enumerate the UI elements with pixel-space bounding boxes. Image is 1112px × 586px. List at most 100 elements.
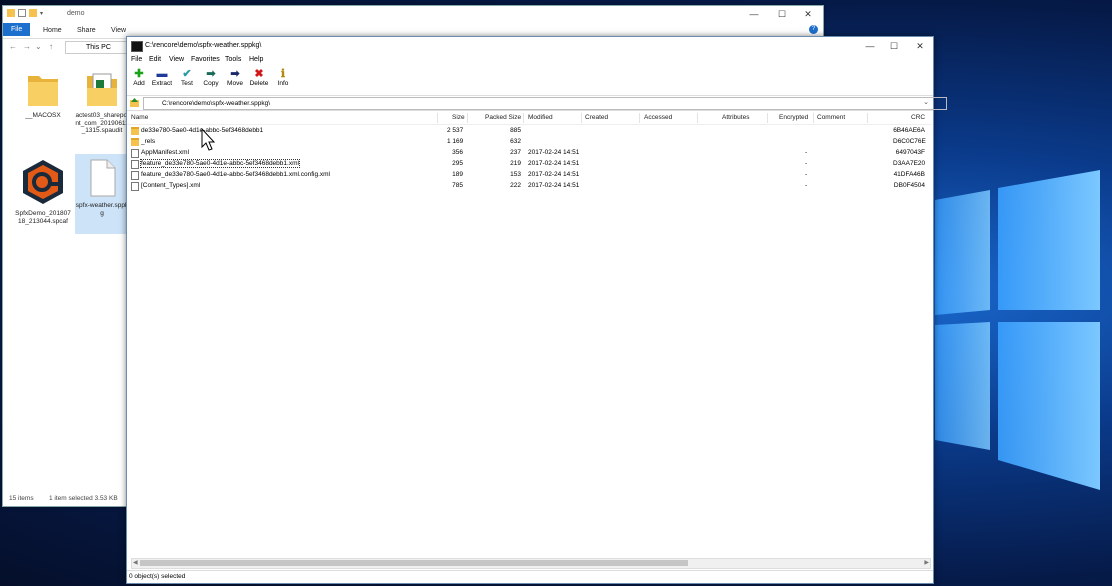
- scroll-right-icon[interactable]: ▶: [924, 559, 929, 566]
- column-attributes[interactable]: Attributes: [722, 114, 749, 121]
- column-divider[interactable]: [581, 113, 582, 123]
- menu-favorites[interactable]: Favorites: [191, 56, 220, 63]
- row-crc: 41DFA46B: [893, 171, 925, 178]
- 7zip-window: C:\rencore\demo\spfx-weather.sppkg\ — ☐ …: [126, 36, 947, 584]
- column-accessed[interactable]: Accessed: [644, 114, 672, 121]
- table-row[interactable]: AppManifest.xml 356 237 2017-02-24 14:51…: [127, 148, 931, 158]
- up-icon[interactable]: ↑: [49, 42, 53, 51]
- file-item[interactable]: __MACOSX: [15, 68, 71, 120]
- table-row[interactable]: _rels 1 169 632 D6C0C76E: [127, 137, 931, 147]
- column-size[interactable]: Size: [452, 114, 465, 121]
- column-modified[interactable]: Modified: [528, 114, 553, 121]
- scroll-left-icon[interactable]: ◀: [133, 559, 138, 566]
- path-bar: C:\rencore\demo\spfx-weather.sppkg\ ⌄: [127, 95, 947, 111]
- table-row[interactable]: feature_de33e780-5ae0-4d1e-abbc-5ef3468d…: [127, 170, 931, 180]
- properties-icon[interactable]: [18, 9, 26, 17]
- column-name[interactable]: Name: [131, 114, 148, 121]
- status-selection: 1 item selected 3.53 KB: [49, 495, 118, 502]
- row-crc: 6B46AE6A: [893, 127, 925, 134]
- close-button[interactable]: ✕: [793, 6, 823, 22]
- row-size: 1 169: [447, 138, 464, 145]
- column-divider[interactable]: [639, 113, 640, 123]
- copy-icon: ➡: [206, 68, 216, 80]
- row-packed: 632: [510, 138, 521, 145]
- menu-help[interactable]: Help: [249, 56, 263, 63]
- file-item[interactable]: SpfxDemo_20180718_213044.spcaf: [15, 158, 71, 225]
- spcaf-app-icon: [23, 160, 63, 204]
- chevron-down-icon[interactable]: ⌄: [35, 42, 42, 51]
- column-divider[interactable]: [467, 113, 468, 123]
- column-crc[interactable]: CRC: [911, 114, 925, 121]
- explorer-file-area: __MACOSX actest03_sharepoint_com_2019061…: [3, 58, 129, 488]
- file-item[interactable]: actest03_sharepoint_com_20190611_1315.sp…: [75, 68, 129, 135]
- path-input[interactable]: C:\rencore\demo\spfx-weather.sppkg\: [143, 97, 947, 110]
- delete-button[interactable]: ✖ Delete: [247, 68, 271, 87]
- file-icon: [90, 159, 116, 197]
- row-modified: 2017-02-24 14:51: [528, 160, 580, 167]
- table-row[interactable]: [Content_Types].xml 785 222 2017-02-24 1…: [127, 181, 931, 191]
- delete-label: Delete: [249, 80, 269, 87]
- column-divider[interactable]: [697, 113, 698, 123]
- row-modified: 2017-02-24 14:51: [528, 171, 580, 178]
- tab-home[interactable]: Home: [37, 25, 68, 36]
- add-button[interactable]: ✚ Add: [127, 68, 151, 87]
- row-size: 189: [452, 171, 463, 178]
- extract-label: Extract: [151, 80, 173, 87]
- 7zip-status-bar: 0 object(s) selected: [127, 570, 933, 583]
- help-icon[interactable]: ?: [809, 25, 818, 34]
- move-button[interactable]: ➡ Move: [223, 68, 247, 87]
- extract-button[interactable]: ▬ Extract: [150, 68, 174, 87]
- column-created[interactable]: Created: [585, 114, 608, 121]
- scrollbar-thumb[interactable]: [140, 560, 688, 566]
- column-divider[interactable]: [767, 113, 768, 123]
- forward-icon[interactable]: →: [23, 42, 31, 51]
- column-divider[interactable]: [437, 113, 438, 123]
- info-button[interactable]: ℹ Info: [271, 68, 295, 87]
- menu-view[interactable]: View: [169, 56, 184, 63]
- add-icon: ✚: [134, 68, 144, 80]
- tab-share[interactable]: Share: [71, 25, 102, 36]
- move-label: Move: [227, 80, 243, 87]
- horizontal-scrollbar[interactable]: ◀ ▶: [131, 558, 931, 569]
- menu-tools[interactable]: Tools: [225, 56, 241, 63]
- row-size: 2 537: [447, 127, 464, 134]
- close-button[interactable]: ✕: [905, 38, 935, 54]
- copy-button[interactable]: ➡ Copy: [199, 68, 223, 87]
- file-list: Name Size Packed Size Modified Created A…: [127, 111, 931, 557]
- column-divider[interactable]: [523, 113, 524, 123]
- menu-edit[interactable]: Edit: [149, 56, 161, 63]
- file-icon: [131, 160, 139, 169]
- column-packed-size[interactable]: Packed Size: [485, 114, 521, 121]
- back-icon[interactable]: ←: [9, 42, 17, 51]
- row-encrypted: -: [805, 182, 808, 189]
- table-row[interactable]: feature_de33e780-5ae0-4d1e-abbc-5ef3468d…: [127, 159, 931, 169]
- test-button[interactable]: ✔ Test: [175, 68, 199, 87]
- up-folder-icon[interactable]: [130, 98, 139, 107]
- column-divider[interactable]: [813, 113, 814, 123]
- delete-icon: ✖: [254, 68, 264, 80]
- status-text: 0 object(s) selected: [129, 573, 186, 580]
- chevron-down-icon[interactable]: ⌄: [923, 98, 929, 106]
- folder-icon: [131, 127, 139, 135]
- tab-view[interactable]: View: [105, 25, 132, 36]
- explorer-title: demo: [67, 10, 85, 17]
- new-folder-icon[interactable]: [29, 9, 37, 17]
- file-label: actest03_sharepoint_com_20190611_1315.sp…: [75, 112, 129, 134]
- file-icon: [131, 182, 139, 191]
- column-divider[interactable]: [867, 113, 868, 123]
- row-name: [Content_Types].xml: [141, 182, 201, 189]
- column-comment[interactable]: Comment: [817, 114, 845, 121]
- column-encrypted[interactable]: Encrypted: [779, 114, 808, 121]
- minimize-button[interactable]: —: [739, 6, 769, 22]
- file-item-selected[interactable]: spfx-weather.sppkg: [75, 154, 129, 234]
- tab-file[interactable]: File: [3, 23, 31, 36]
- menu-bar: File Edit View Favorites Tools Help: [127, 55, 933, 67]
- chevron-down-icon[interactable]: ▾: [40, 10, 43, 17]
- file-label: spfx-weather.sppkg: [75, 202, 129, 217]
- file-icon: [131, 149, 139, 158]
- address-crumb[interactable]: This PC: [86, 44, 111, 51]
- menu-file[interactable]: File: [131, 56, 142, 63]
- windows-logo: [935, 170, 1100, 490]
- table-row[interactable]: de33e780-5ae0-4d1e-abbc-5ef3468debb1 2 5…: [127, 126, 931, 136]
- copy-label: Copy: [203, 80, 219, 87]
